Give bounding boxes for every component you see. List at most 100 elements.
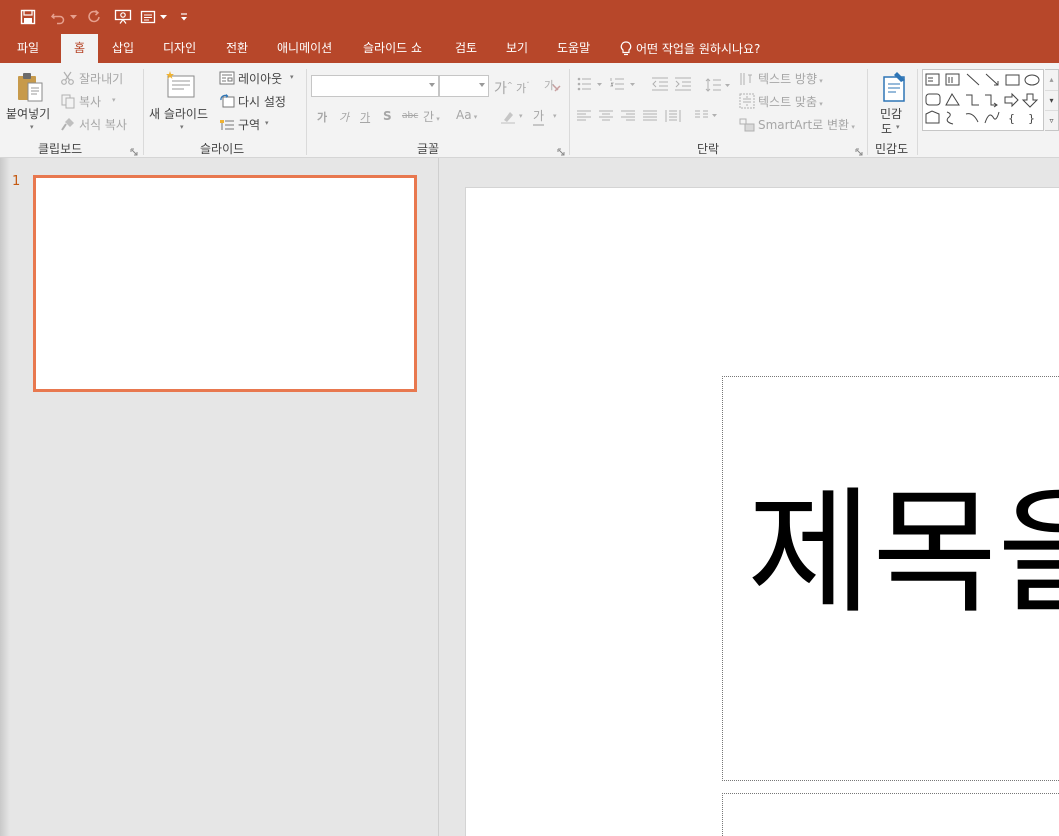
separator [917,69,918,155]
redo-icon[interactable] [84,7,104,27]
shadow-button[interactable]: S [383,109,392,123]
tab-design[interactable]: 디자인 [163,34,196,63]
save-icon[interactable] [18,7,38,27]
sensitivity-dropdown-icon[interactable]: ▾ [896,123,900,131]
text-direction-icon [739,71,755,87]
layout-dropdown-icon[interactable]: ▾ [290,73,294,81]
touch-mode-dropdown-icon[interactable] [158,7,168,27]
tab-view[interactable]: 보기 [506,34,528,63]
sensitivity-group-label: 민감도 [875,142,909,156]
grow-font-glyph: 가 [494,81,507,97]
font-size-dropdown-icon[interactable] [479,83,485,87]
highlight-icon[interactable] [500,109,516,125]
slide-thumbnail[interactable] [33,175,417,392]
svg-text:}: } [1028,112,1035,125]
decrease-indent-icon[interactable] [651,77,669,91]
copy-dropdown-icon[interactable]: ▾ [112,96,116,104]
lightbulb-icon [620,41,632,56]
align-center-icon[interactable] [599,110,613,122]
align-left-icon[interactable] [577,110,591,122]
cut-button[interactable]: 잘라내기 [79,70,123,87]
line-spacing-icon[interactable] [705,77,733,93]
font-color-button[interactable]: 가 [533,107,545,126]
touch-mode-icon[interactable] [138,7,158,27]
increase-indent-icon[interactable] [674,77,692,91]
change-case-glyph: Aa [456,108,472,122]
separator [569,69,570,155]
new-slide-dropdown-icon[interactable]: ▾ [180,123,184,131]
gallery-scroll-up-icon[interactable]: ▴ [1045,70,1058,90]
tab-slideshow[interactable]: 슬라이드 쇼 [363,34,422,63]
shapes-gallery[interactable]: { } [922,69,1044,131]
text-direction-button[interactable]: 텍스트 방향 ▾ [758,70,823,87]
bullets-icon[interactable] [577,77,605,91]
change-case-button[interactable]: Aa ▾ [456,108,477,122]
tab-transitions[interactable]: 전환 [226,34,248,63]
new-slide-button[interactable]: 새 슬라이드 [149,105,208,122]
slides-group-label: 슬라이드 [200,142,245,156]
paste-icon[interactable] [14,70,48,104]
shrink-font-icon[interactable]: 가ˇ [516,80,530,96]
clear-formatting-icon[interactable]: 가 [543,77,561,93]
font-name-combo[interactable] [311,75,439,97]
tab-insert[interactable]: 삽입 [112,34,134,63]
gallery-scroll-down-icon[interactable]: ▾ [1045,90,1058,110]
section-icon [219,117,235,131]
font-color-dropdown-icon[interactable]: ▾ [553,112,557,120]
text-direction-label: 텍스트 방향 [758,72,818,86]
distributed-icon[interactable] [665,109,681,123]
strikethrough-button[interactable]: abc [402,111,418,121]
format-painter-button[interactable]: 서식 복사 [79,116,127,133]
customize-qat-icon[interactable] [178,7,190,27]
font-group-label: 글꼴 [417,142,440,156]
paste-dropdown-icon[interactable]: ▾ [30,123,34,131]
slideshow-from-start-icon[interactable] [112,7,134,27]
columns-icon[interactable] [694,109,720,123]
undo-dropdown-icon[interactable] [68,7,78,27]
tab-review[interactable]: 검토 [455,34,477,63]
paste-button[interactable]: 붙여넣기 [6,105,50,122]
sensitivity-button-line2[interactable]: 도 [881,120,892,137]
separator [306,69,307,155]
title-placeholder[interactable]: 제목을 [722,376,1059,781]
ribbon-tabs: 파일 홈 삽입 디자인 전환 애니메이션 슬라이드 쇼 검토 보기 도움말 어떤… [0,34,1059,63]
section-dropdown-icon[interactable]: ▾ [265,119,269,127]
convert-smartart-button[interactable]: SmartArt로 변환 ▾ [758,116,855,133]
tell-me-box[interactable]: 어떤 작업을 원하시나요? [620,34,760,63]
clipboard-launcher-icon[interactable] [130,145,138,156]
layout-button[interactable]: 레이아웃 [238,70,282,87]
undo-icon[interactable] [48,7,68,27]
tab-animations[interactable]: 애니메이션 [277,34,332,63]
bold-button[interactable]: 가 [317,109,327,125]
align-text-button[interactable]: 텍스트 맞춤 ▾ [758,93,823,110]
char-spacing-button[interactable]: 간 ▾ [423,108,440,125]
reset-button[interactable]: 다시 설정 [238,93,286,110]
shapes-gallery-scroll[interactable]: ▴ ▾ ▿ [1045,69,1059,131]
subtitle-placeholder[interactable] [722,793,1059,836]
tab-home[interactable]: 홈 [61,34,98,63]
font-size-combo[interactable] [439,75,489,97]
separator [143,69,144,155]
new-slide-icon[interactable] [164,70,198,100]
tab-file[interactable]: 파일 [17,34,39,63]
copy-icon [60,93,76,109]
underline-button[interactable]: 가 [360,109,370,125]
sensitivity-icon[interactable] [879,69,909,103]
format-painter-icon [60,116,76,132]
italic-button[interactable]: 가 [339,109,349,125]
slide-number: 1 [12,174,21,189]
section-button[interactable]: 구역 [238,116,260,133]
copy-button[interactable]: 복사 [79,93,101,110]
highlight-dropdown-icon[interactable]: ▾ [519,112,523,120]
font-name-dropdown-icon[interactable] [429,83,435,87]
clipboard-group-label: 클립보드 [38,142,83,156]
tab-help[interactable]: 도움말 [557,34,590,63]
grow-font-icon[interactable]: 가^ [494,78,513,98]
font-launcher-icon[interactable] [557,145,565,156]
gallery-more-icon[interactable]: ▿ [1045,110,1058,130]
align-right-icon[interactable] [621,110,635,122]
numbering-icon[interactable] [610,77,638,91]
paragraph-launcher-icon[interactable] [855,145,863,156]
align-text-icon [739,93,755,109]
justify-icon[interactable] [643,110,657,122]
